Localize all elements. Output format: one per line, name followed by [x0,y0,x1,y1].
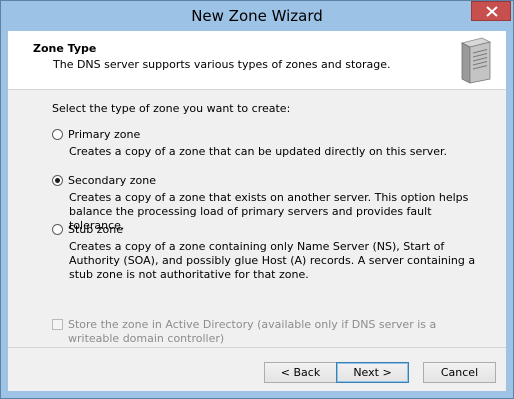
ad-storage-checkbox [52,319,63,330]
cancel-button[interactable]: Cancel [423,362,496,383]
primary-zone-description: Creates a copy of a zone that can be upd… [69,145,448,158]
page-subtitle: The DNS server supports various types of… [53,58,391,71]
title-bar[interactable]: New Zone Wizard [1,1,513,31]
secondary-zone-description: Creates a copy of a zone that exists on … [69,191,469,232]
stub-zone-label[interactable]: Stub zone [68,223,123,236]
secondary-zone-radio[interactable] [52,175,63,186]
zone-type-prompt: Select the type of zone you want to crea… [52,102,291,115]
page-title: Zone Type [33,42,97,55]
primary-zone-radio[interactable] [52,129,63,140]
dialog-body: Zone Type The DNS server supports variou… [8,31,506,391]
secondary-zone-label[interactable]: Secondary zone [68,174,156,187]
window-title: New Zone Wizard [191,7,323,25]
next-button[interactable]: Next > [336,362,409,383]
wizard-content: Select the type of zone you want to crea… [8,90,506,347]
wizard-footer: < Back Next > Cancel [8,347,506,392]
close-button[interactable] [471,1,511,21]
back-button[interactable]: < Back [264,362,337,383]
ad-storage-label: Store the zone in Active Directory (avai… [68,318,437,345]
wizard-header: Zone Type The DNS server supports variou… [8,31,506,90]
primary-zone-label[interactable]: Primary zone [68,128,140,141]
stub-zone-radio[interactable] [52,224,63,235]
new-zone-wizard-window: New Zone Wizard Zone Type The DNS server… [0,0,514,399]
close-icon [486,6,498,17]
stub-zone-description: Creates a copy of a zone containing only… [69,240,476,281]
server-icon [460,37,492,84]
